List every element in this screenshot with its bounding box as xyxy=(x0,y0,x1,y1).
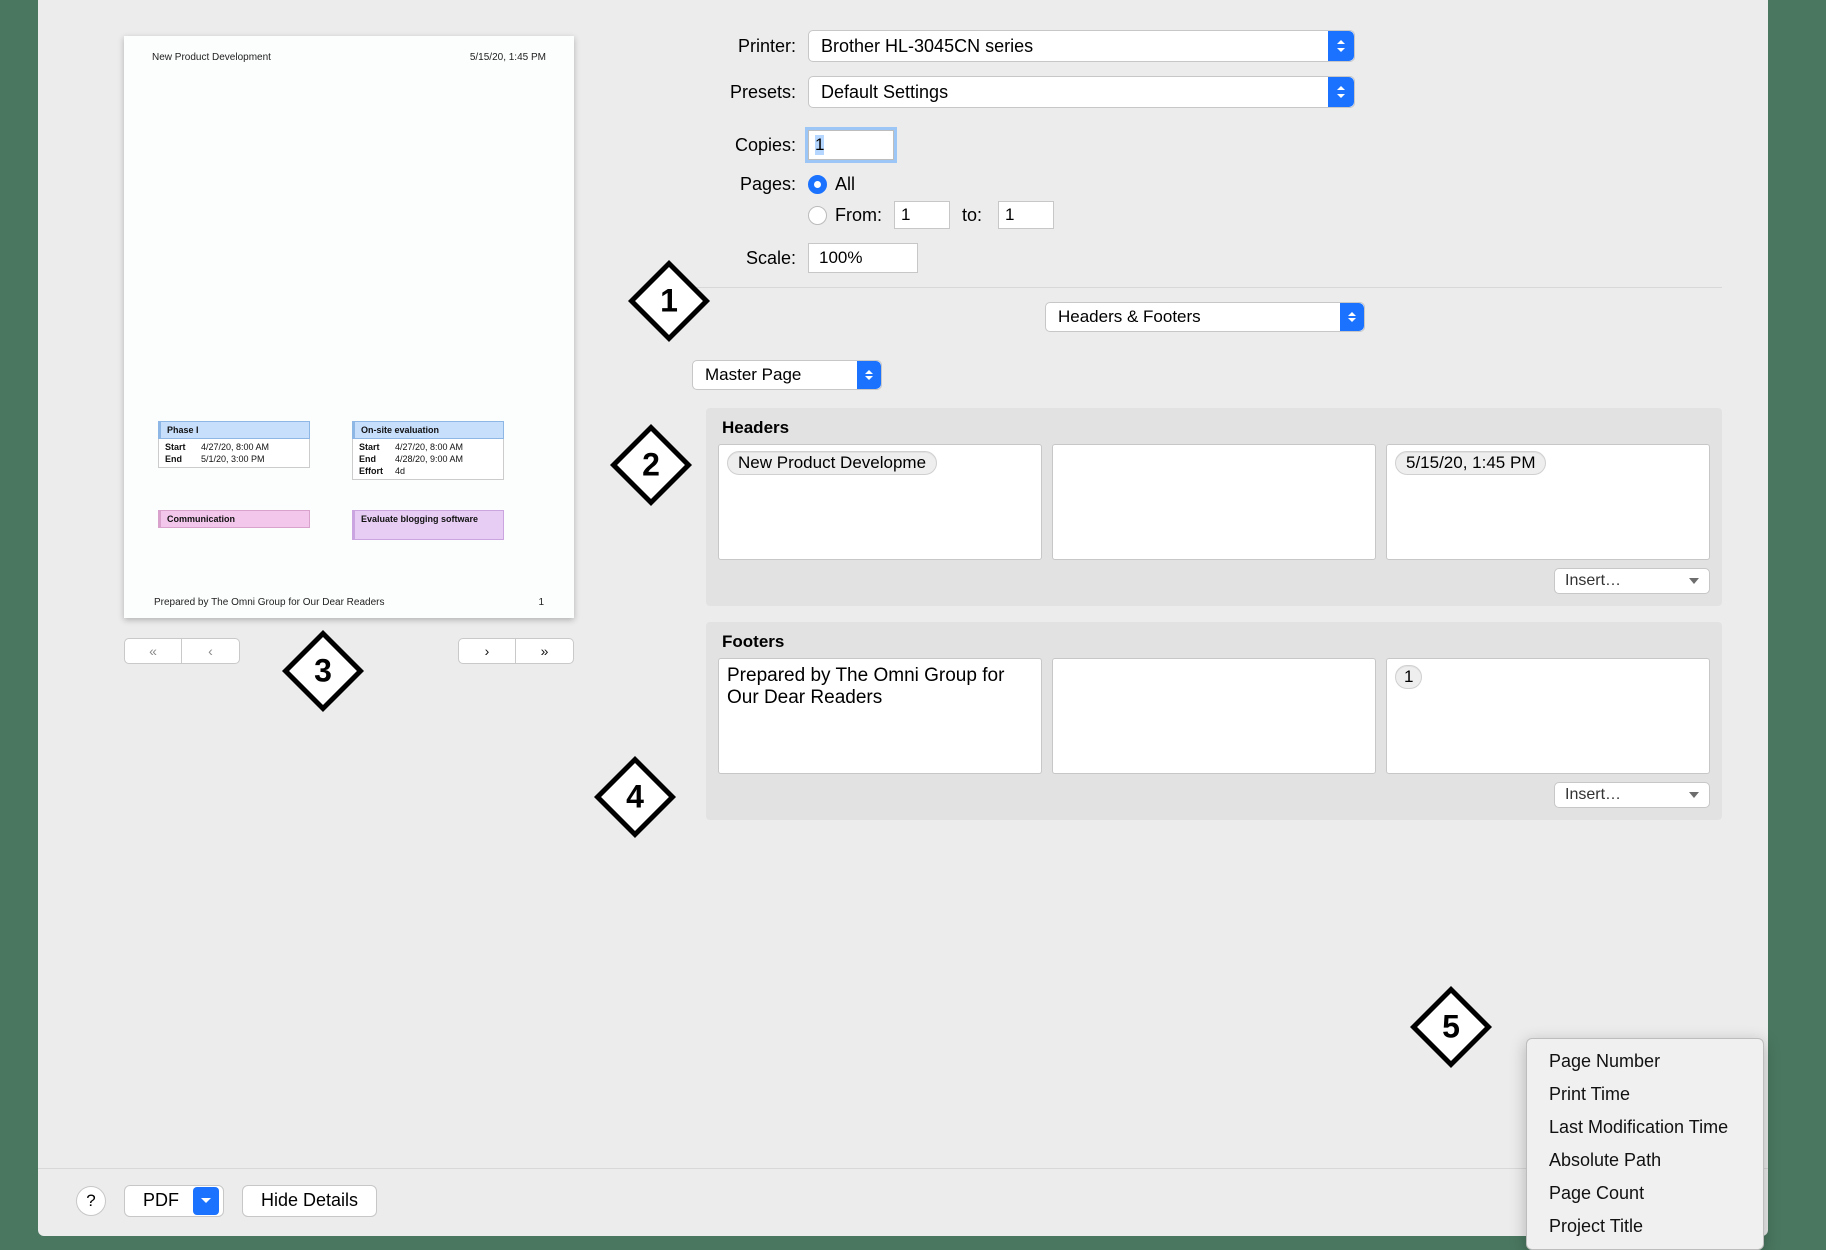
prev-page-button[interactable]: ‹ xyxy=(182,638,240,664)
pages-all-label: All xyxy=(835,174,855,195)
label: End xyxy=(165,453,195,465)
help-button[interactable]: ? xyxy=(76,1186,106,1216)
label: Effort xyxy=(359,465,389,477)
next-page-button[interactable]: › xyxy=(458,638,516,664)
printer-value: Brother HL-3045CN series xyxy=(821,36,1033,57)
header-right-cell[interactable]: 5/15/20, 1:45 PM xyxy=(1386,444,1710,560)
card-title: Communication xyxy=(158,510,310,528)
card-communication: Communication xyxy=(158,510,310,540)
bottom-bar: ? PDF Hide Details Cancel xyxy=(38,1168,1768,1208)
footer-left-text: Prepared by The Omni Group for Our Dear … xyxy=(727,665,1004,708)
menu-item-project-title[interactable]: Project Title xyxy=(1527,1210,1763,1243)
value: 4/28/20, 9:00 AM xyxy=(395,453,463,465)
first-page-button[interactable]: « xyxy=(124,638,182,664)
to-input[interactable] xyxy=(998,201,1054,229)
print-preview: New Product Development 5/15/20, 1:45 PM… xyxy=(124,36,574,618)
print-dialog: New Product Development 5/15/20, 1:45 PM… xyxy=(38,0,1768,1236)
presets-value: Default Settings xyxy=(821,82,948,103)
section-select[interactable]: Headers & Footers xyxy=(1045,302,1365,332)
preview-header-left: New Product Development xyxy=(152,52,271,63)
menu-item-page-count[interactable]: Page Count xyxy=(1527,1177,1763,1210)
menu-item-abs-path[interactable]: Absolute Path xyxy=(1527,1144,1763,1177)
footers-insert-button[interactable]: Insert… xyxy=(1554,782,1710,808)
value: 4/27/20, 8:00 AM xyxy=(201,441,269,453)
footer-right-pill: 1 xyxy=(1395,665,1422,689)
select-arrows-icon xyxy=(1328,31,1354,61)
headers-footers: Headers New Product Developme 5/15/20, 1… xyxy=(706,408,1722,820)
header-left-cell[interactable]: New Product Developme xyxy=(718,444,1042,560)
select-arrows-icon xyxy=(1340,303,1364,331)
value: 4/27/20, 8:00 AM xyxy=(395,441,463,453)
print-form: Printer: Brother HL-3045CN series Preset… xyxy=(688,30,1722,820)
preview-footer-right: 1 xyxy=(538,597,544,608)
label: Start xyxy=(165,441,195,453)
header-center-cell[interactable] xyxy=(1052,444,1376,560)
scale-label: Scale: xyxy=(688,248,808,269)
menu-item-last-mod[interactable]: Last Modification Time xyxy=(1527,1111,1763,1144)
select-arrows-icon xyxy=(857,361,881,389)
page-scope-value: Master Page xyxy=(705,365,801,385)
footers-group: Footers Prepared by The Omni Group for O… xyxy=(706,622,1722,820)
insert-label: Insert… xyxy=(1565,572,1621,590)
page-scope-select[interactable]: Master Page xyxy=(692,360,882,390)
label: End xyxy=(359,453,389,465)
menu-item-page-number[interactable]: Page Number xyxy=(1527,1045,1763,1078)
card-evaluate: Evaluate blogging software xyxy=(352,510,504,540)
pdf-label: PDF xyxy=(143,1190,179,1211)
printer-label: Printer: xyxy=(688,36,808,57)
printer-select[interactable]: Brother HL-3045CN series xyxy=(808,30,1355,62)
pages-all-radio[interactable] xyxy=(808,175,827,194)
insert-label: Insert… xyxy=(1565,786,1621,804)
footer-left-cell[interactable]: Prepared by The Omni Group for Our Dear … xyxy=(718,658,1042,774)
pages-range-radio[interactable] xyxy=(808,206,827,225)
hide-details-button[interactable]: Hide Details xyxy=(242,1185,377,1217)
footer-right-cell[interactable]: 1 xyxy=(1386,658,1710,774)
section-select-value: Headers & Footers xyxy=(1058,307,1201,327)
preview-header-right: 5/15/20, 1:45 PM xyxy=(470,52,546,63)
preview-footer: Prepared by The Omni Group for Our Dear … xyxy=(124,597,574,608)
from-input[interactable] xyxy=(894,201,950,229)
card-onsite: On-site evaluation Start 4/27/20, 8:00 AM… xyxy=(352,421,504,480)
headers-insert-button[interactable]: Insert… xyxy=(1554,568,1710,594)
select-arrows-icon xyxy=(1328,77,1354,107)
header-right-pill: 5/15/20, 1:45 PM xyxy=(1395,451,1546,475)
label: Start xyxy=(359,441,389,453)
separator xyxy=(688,287,1722,288)
copies-label: Copies: xyxy=(688,135,808,156)
caret-down-icon xyxy=(1689,792,1699,798)
from-label: From: xyxy=(835,205,882,226)
copies-input[interactable] xyxy=(808,130,894,160)
footers-label: Footers xyxy=(720,632,1710,652)
card-title: On-site evaluation xyxy=(352,421,504,439)
last-page-button[interactable]: » xyxy=(516,638,574,664)
footer-center-cell[interactable] xyxy=(1052,658,1376,774)
insert-menu: Page Number Print Time Last Modification… xyxy=(1526,1038,1764,1250)
pdf-button[interactable]: PDF xyxy=(124,1185,224,1217)
presets-label: Presets: xyxy=(688,82,808,103)
header-left-pill: New Product Developme xyxy=(727,451,937,475)
preview-header: New Product Development 5/15/20, 1:45 PM xyxy=(124,36,574,63)
to-label: to: xyxy=(962,205,982,226)
pages-label: Pages: xyxy=(688,174,808,195)
scale-input[interactable] xyxy=(808,243,918,273)
section-select-row: Headers & Footers xyxy=(688,302,1722,332)
preview-footer-left: Prepared by The Omni Group for Our Dear … xyxy=(154,597,384,608)
caret-down-icon xyxy=(1689,578,1699,584)
value: 4d xyxy=(395,465,405,477)
preview-body: Phase I Start 4/27/20, 8:00 AM End 5/1/20,… xyxy=(158,421,540,570)
headers-group: Headers New Product Developme 5/15/20, 1… xyxy=(706,408,1722,606)
card-title: Phase I xyxy=(158,421,310,439)
card-phase: Phase I Start 4/27/20, 8:00 AM End 5/1/20,… xyxy=(158,421,310,480)
menu-item-print-time[interactable]: Print Time xyxy=(1527,1078,1763,1111)
pdf-dropdown-icon xyxy=(193,1187,219,1215)
value: 5/1/20, 3:00 PM xyxy=(201,453,265,465)
card-title: Evaluate blogging software xyxy=(352,510,504,540)
presets-select[interactable]: Default Settings xyxy=(808,76,1355,108)
headers-label: Headers xyxy=(720,418,1710,438)
hide-details-label: Hide Details xyxy=(261,1190,358,1211)
